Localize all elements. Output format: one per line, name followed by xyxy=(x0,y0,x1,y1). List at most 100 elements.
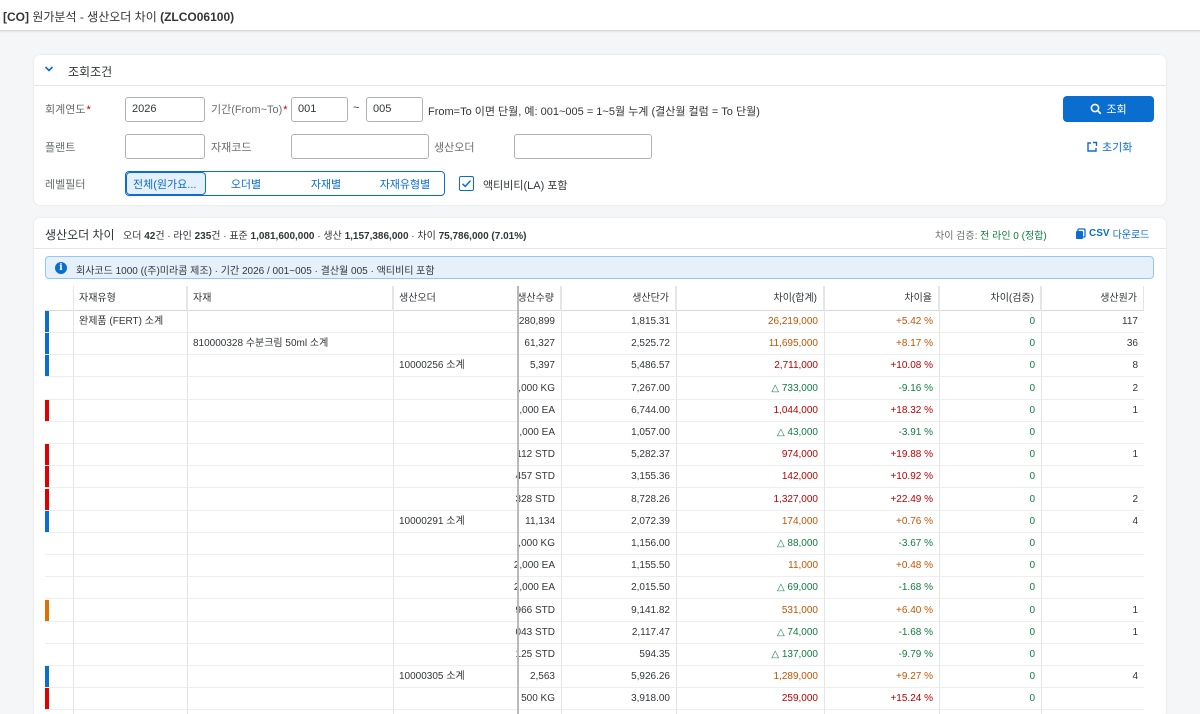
prod-order-label: 생산오더 xyxy=(434,142,475,154)
col-prod-cost-cell: 1 xyxy=(1132,404,1138,416)
filter-header[interactable]: 조회조건 xyxy=(34,55,1166,86)
col-var-rate-header[interactable]: 차이율 xyxy=(824,286,939,311)
col-var-total-header[interactable]: 차이(합계) xyxy=(676,286,824,311)
chevron-down-icon[interactable] xyxy=(44,64,54,74)
grid-column-divider xyxy=(561,286,562,714)
table-row[interactable]: 10000305 소계 2,563 5,926.26 1,289,000 +9.27 %… xyxy=(45,666,1144,689)
col-var-total-cell: 974,000 xyxy=(781,449,818,461)
table-row[interactable]: ,000 EA 1,057.00 △ 43,000 -3.91 % 0 xyxy=(45,422,1144,444)
table-row[interactable]: 500 KG 3,918.00 259,000 +15.24 % 0 xyxy=(45,688,1144,711)
csv-download-button[interactable]: CSV 다운로드 xyxy=(1075,226,1149,241)
level-option-material-type[interactable]: 자재유형별 xyxy=(366,172,444,195)
activity-checkbox-label: 액티비티(LA) 포함 xyxy=(483,180,568,192)
row-status-marker xyxy=(45,444,49,466)
table-row[interactable]: 112 STD 5,282.37 974,000 +19.88 % 0 1 xyxy=(45,444,1144,467)
col-var-total-cell: △ 74,000 xyxy=(776,626,818,638)
search-button[interactable]: 조회 xyxy=(1063,96,1154,122)
period-to-input[interactable]: 005 xyxy=(366,97,423,122)
col-prod-qty-cell: 125 STD xyxy=(515,649,555,660)
col-prod-cost-cell: 2 xyxy=(1132,382,1138,394)
col-material-cell xyxy=(187,577,393,599)
col-material-cell: 810000328 수분크림 50ml 소계 xyxy=(193,338,329,350)
level-option-order[interactable]: 오더별 xyxy=(206,172,286,195)
row-status-marker xyxy=(45,311,49,332)
shell-bar: [CO] 원가분석 - 생산오더 차이 (ZLCO06100) xyxy=(0,0,1200,31)
grid-column-divider xyxy=(393,286,394,714)
col-prod-order-cell xyxy=(393,333,519,355)
col-material-cell xyxy=(187,622,393,644)
table-row[interactable]: 328 STD 8,728.26 1,327,000 +22.49 % 0 2 xyxy=(45,488,1144,511)
prod-order-input[interactable] xyxy=(514,134,652,159)
col-var-check-cell: 0 xyxy=(1029,360,1035,372)
level-option-all[interactable]: 전체(원가요... xyxy=(126,172,206,195)
col-prod-cost-cell xyxy=(1041,688,1144,710)
filter-title: 조회조건 xyxy=(68,65,113,79)
fiscal-year-input[interactable]: 2026 xyxy=(125,97,205,122)
col-material-cell xyxy=(187,444,393,466)
col-var-total-cell: △ 137,000 xyxy=(771,649,818,660)
frozen-column-divider[interactable] xyxy=(517,286,519,714)
col-material-type-header[interactable]: 자재유형 xyxy=(73,286,187,311)
col-material-type-cell: 완제품 (FERT) 소계 xyxy=(79,316,164,327)
check-icon xyxy=(461,180,472,188)
table-row[interactable]: 완제품 (FERT) 소계 280,899 1,815.31 26,219,000 +5… xyxy=(45,311,1144,333)
table-row[interactable]: 966 STD 9,141.82 531,000 +6.40 % 0 1 xyxy=(45,599,1144,622)
table-row[interactable]: 810000328 수분크림 50ml 소계 61,327 2,525.72 11,6… xyxy=(45,333,1144,356)
table-row[interactable]: ,000 KG 1,156.00 △ 88,000 -3.67 % 0 xyxy=(45,533,1144,555)
col-material-cell xyxy=(187,644,393,666)
col-prod-qty-cell: ,000 KG xyxy=(518,538,555,549)
search-button-label: 조회 xyxy=(1106,104,1127,116)
col-material-cell xyxy=(187,555,393,577)
col-prod-cost-cell: 4 xyxy=(1132,671,1138,683)
col-var-total-cell: 1,327,000 xyxy=(773,493,819,505)
table-row[interactable]: ,000 EA 6,744.00 1,044,000 +18.32 % 0 1 xyxy=(45,399,1144,422)
row-status-marker xyxy=(45,599,49,621)
col-var-total-cell: △ 88,000 xyxy=(776,538,818,549)
table-row[interactable]: 10000291 소계 11,134 2,072.39 174,000 +0.76 % 0… xyxy=(45,510,1144,533)
col-material-header[interactable]: 자재 xyxy=(187,286,393,311)
col-material-cell xyxy=(187,355,393,377)
col-prod-qty-header[interactable]: 생산수량 xyxy=(507,286,561,311)
col-prod-cost-cell xyxy=(1041,644,1144,666)
col-prod-order-cell xyxy=(393,378,519,400)
col-var-rate-cell: +9.27 % xyxy=(896,671,933,683)
plant-input[interactable] xyxy=(125,134,205,159)
col-material-type-cell xyxy=(73,688,187,710)
material-code-label: 자재코드 xyxy=(211,142,252,154)
col-prod-price-cell: 5,926.26 xyxy=(631,671,670,683)
col-var-rate-cell: -1.68 % xyxy=(898,582,933,594)
table-row[interactable]: ,000 KG 7,267.00 △ 733,000 -9.16 % 0 2 xyxy=(45,378,1144,400)
col-var-check-cell: 0 xyxy=(1029,404,1035,416)
col-var-check-cell: 0 xyxy=(1029,471,1035,483)
level-option-material[interactable]: 자재별 xyxy=(286,172,366,195)
col-prod-price-cell: 8,728.26 xyxy=(631,493,670,505)
col-prod-price-cell: 1,815.31 xyxy=(631,316,670,327)
col-prod-order-cell xyxy=(393,622,519,644)
col-var-check-header[interactable]: 차이(검증) xyxy=(939,286,1041,311)
reset-icon xyxy=(1087,141,1098,152)
table-row[interactable]: 125 STD 594.35 △ 137,000 -9.79 % 0 xyxy=(45,644,1144,666)
period-from-input[interactable]: 001 xyxy=(291,97,348,122)
table-row[interactable]: 2,000 EA 2,015.50 △ 69,000 -1.68 % 0 xyxy=(45,577,1144,600)
reset-button[interactable]: 초기화 xyxy=(1086,139,1132,155)
grid-column-divider xyxy=(187,286,188,714)
variance-grid: 자재유형 자재 생산오더 생산수량 생산단가 차이(합계) 차이율 차이(검증) 생산원가 완제… xyxy=(45,286,1144,714)
col-var-rate-cell: -9.79 % xyxy=(898,649,933,660)
col-prod-order-cell: 10000291 소계 xyxy=(399,515,465,527)
col-material-cell xyxy=(187,600,393,622)
col-var-check-cell: 0 xyxy=(1029,693,1035,705)
activity-checkbox[interactable] xyxy=(459,176,474,191)
col-prod-price-header[interactable]: 생산단가 xyxy=(561,286,676,311)
material-code-input[interactable] xyxy=(291,134,429,159)
table-row[interactable]: 2,000 EA 1,155.50 11,000 +0.48 % 0 xyxy=(45,555,1144,578)
table-row[interactable]: 457 STD 3,155.36 142,000 +10.92 % 0 xyxy=(45,466,1144,489)
col-prod-price-cell: 2,072.39 xyxy=(631,515,670,527)
table-row[interactable]: 043 STD 2,117.47 △ 74,000 -1.68 % 0 1 xyxy=(45,622,1144,644)
col-material-cell xyxy=(187,666,393,688)
col-prod-cost-header[interactable]: 생산원가 xyxy=(1041,286,1144,311)
col-var-rate-cell: -3.67 % xyxy=(898,538,933,549)
col-prod-order-header[interactable]: 생산오더 xyxy=(393,286,519,311)
table-row[interactable]: 10000256 소계 5,397 5,486.57 2,711,000 +10.08 … xyxy=(45,355,1144,378)
col-material-type-cell xyxy=(73,378,187,400)
col-prod-price-cell: 2,525.72 xyxy=(631,338,670,350)
